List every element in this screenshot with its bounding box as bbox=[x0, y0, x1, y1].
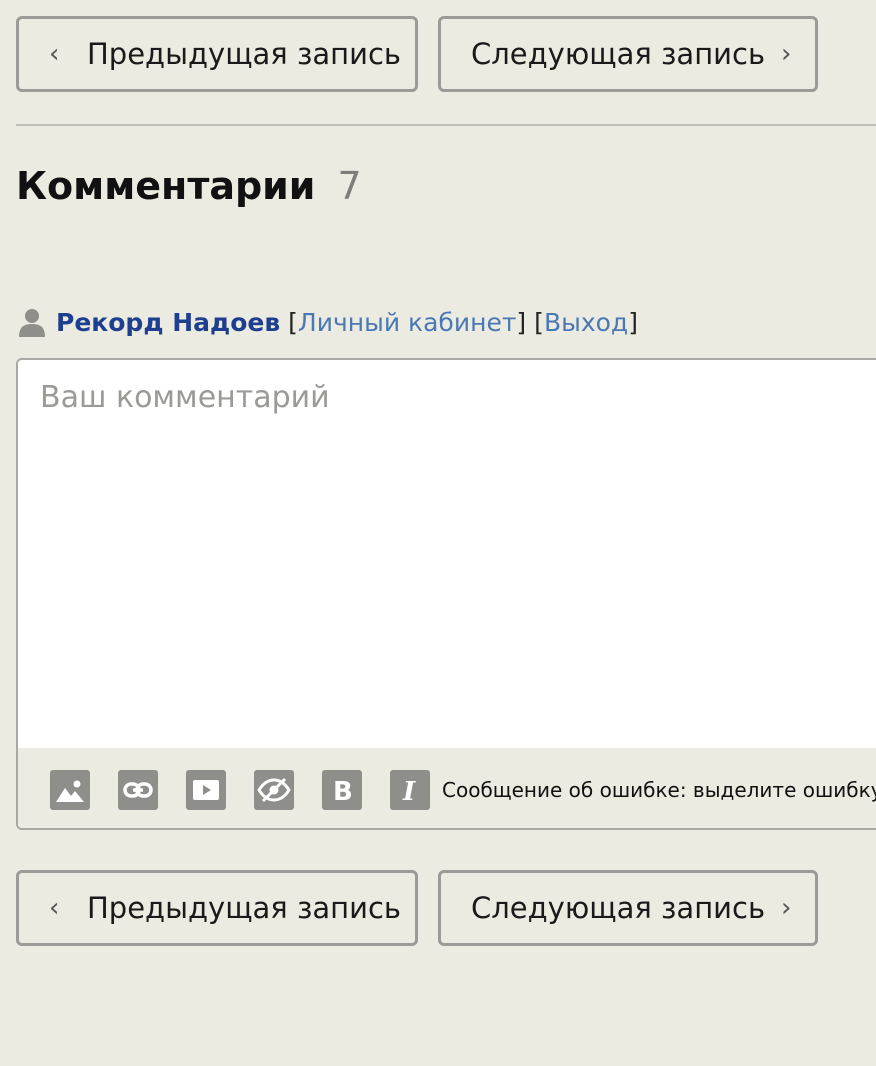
previous-post-label: Предыдущая запись bbox=[87, 891, 402, 925]
bracket-open: [ bbox=[534, 307, 544, 337]
user-name-link[interactable]: Рекорд Надоев bbox=[56, 308, 280, 337]
next-post-button[interactable]: Следующая запись › bbox=[438, 16, 818, 92]
next-post-label: Следующая запись bbox=[471, 37, 766, 71]
post-navigation-bottom: ‹ Предыдущая запись Следующая запись › bbox=[16, 870, 818, 946]
chevron-right-icon: › bbox=[781, 39, 792, 69]
image-icon[interactable] bbox=[50, 770, 90, 810]
next-post-button[interactable]: Следующая запись › bbox=[438, 870, 818, 946]
post-navigation-top: ‹ Предыдущая запись Следующая запись › bbox=[16, 16, 818, 92]
previous-post-button[interactable]: ‹ Предыдущая запись bbox=[16, 870, 418, 946]
comment-textarea[interactable] bbox=[18, 360, 876, 748]
chevron-left-icon: ‹ bbox=[49, 39, 60, 69]
next-post-label: Следующая запись bbox=[471, 891, 766, 925]
user-icon bbox=[19, 309, 45, 337]
svg-text:B: B bbox=[333, 777, 353, 804]
hidden-icon[interactable] bbox=[254, 770, 294, 810]
bracket-open: [ bbox=[288, 307, 298, 337]
italic-icon[interactable]: I bbox=[390, 770, 430, 810]
bracket-close: ] bbox=[628, 307, 638, 337]
previous-post-button[interactable]: ‹ Предыдущая запись bbox=[16, 16, 418, 92]
comments-count: 7 bbox=[337, 164, 362, 208]
bracket-close: ] bbox=[516, 307, 527, 337]
comment-form: B I Сообщение об ошибке: выделите ошибку bbox=[16, 358, 876, 830]
page: ‹ Предыдущая запись Следующая запись › К… bbox=[0, 0, 876, 1066]
logout-link[interactable]: Выход bbox=[544, 308, 628, 337]
previous-post-label: Предыдущая запись bbox=[87, 37, 402, 71]
comments-title: Комментарии bbox=[16, 164, 316, 208]
divider bbox=[16, 124, 876, 126]
svg-text:I: I bbox=[402, 777, 416, 804]
comments-heading: Комментарии 7 bbox=[16, 164, 362, 208]
bold-icon[interactable]: B bbox=[322, 770, 362, 810]
chevron-left-icon: ‹ bbox=[49, 893, 60, 923]
comment-toolbar: B I Сообщение об ошибке: выделите ошибку bbox=[18, 748, 876, 828]
user-line: Рекорд Надоев [Личный кабинет] [Выход] bbox=[16, 306, 638, 338]
error-report-hint: Сообщение об ошибке: выделите ошибку bbox=[442, 778, 876, 802]
video-icon[interactable] bbox=[186, 770, 226, 810]
chevron-right-icon: › bbox=[781, 893, 792, 923]
link-icon[interactable] bbox=[118, 770, 158, 810]
personal-cabinet-link[interactable]: Личный кабинет bbox=[298, 308, 516, 337]
